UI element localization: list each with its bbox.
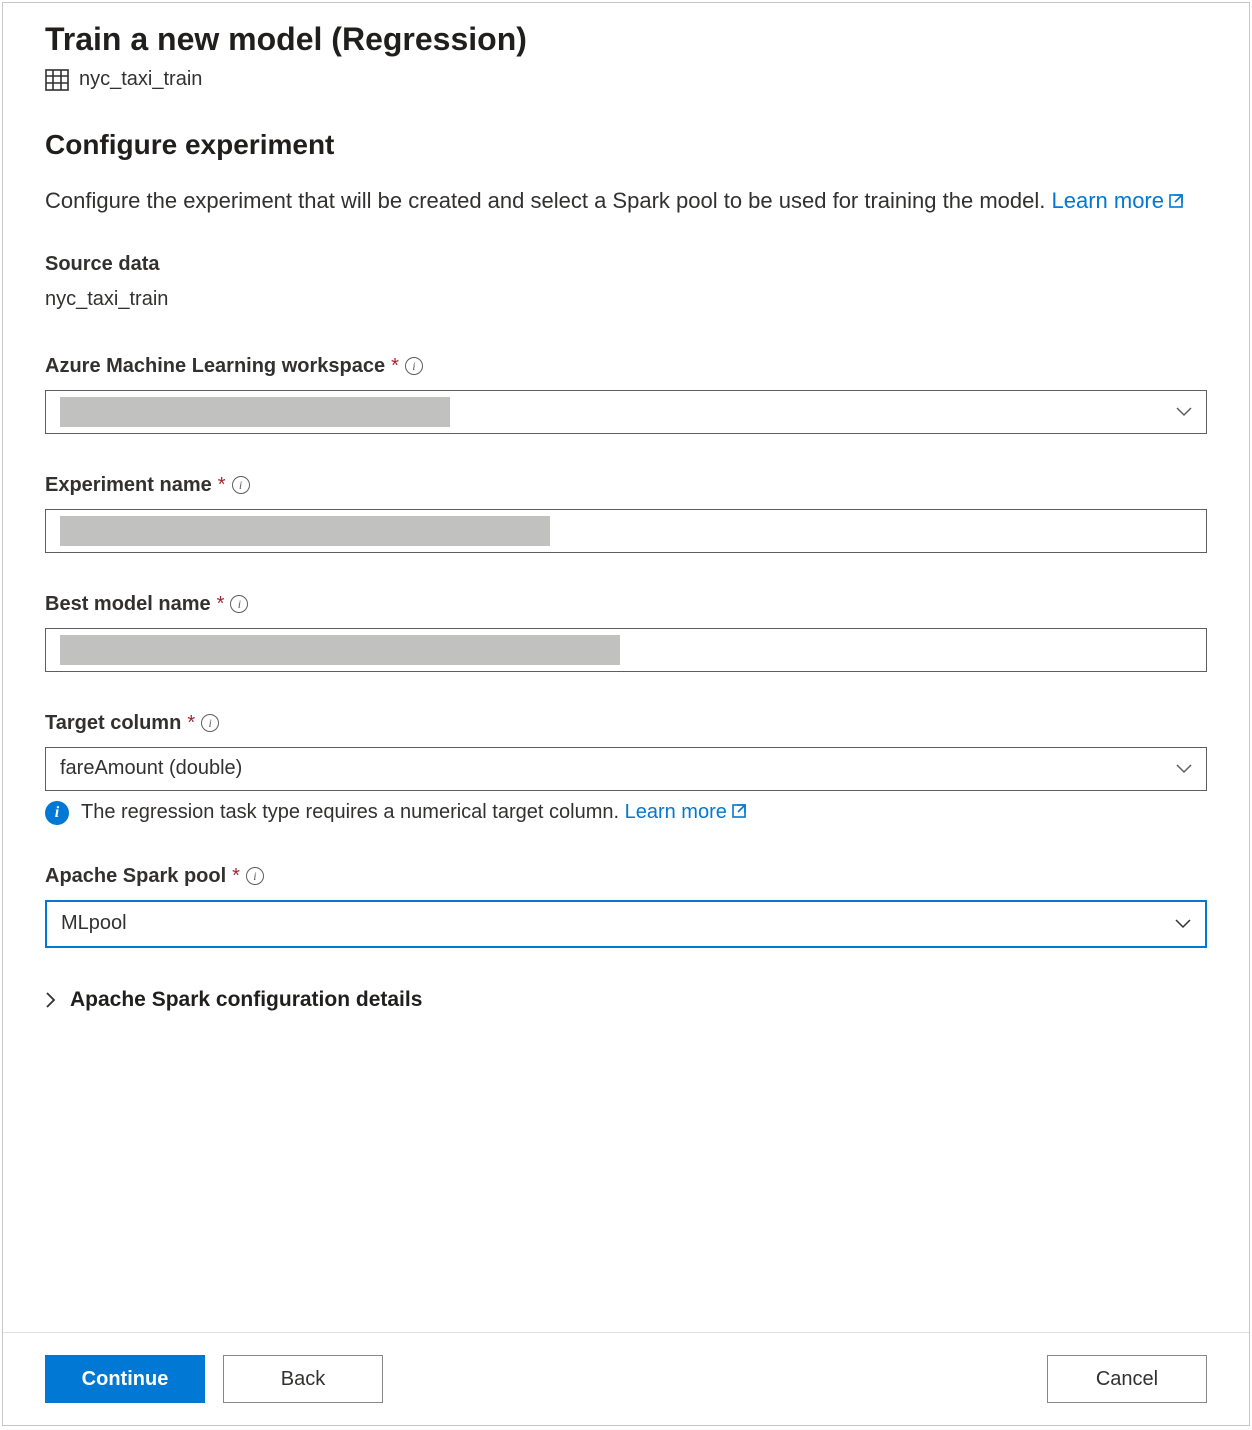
external-link-icon	[731, 803, 747, 819]
dataset-row: nyc_taxi_train	[45, 68, 1207, 91]
table-icon	[45, 69, 69, 91]
info-icon[interactable]: i	[230, 595, 248, 613]
chevron-right-icon	[45, 991, 56, 1009]
spark-pool-label: Apache Spark pool * i	[45, 865, 1207, 888]
required-marker: *	[232, 865, 240, 888]
required-marker: *	[391, 355, 399, 378]
source-data-label: Source data	[45, 253, 1207, 276]
dialog-content: Train a new model (Regression) nyc_taxi_…	[3, 3, 1249, 1332]
best-model-input[interactable]	[45, 628, 1207, 672]
learn-more-link[interactable]: Learn more	[1051, 188, 1184, 213]
chevron-down-icon	[1175, 919, 1191, 929]
page-title: Train a new model (Regression)	[45, 21, 1207, 58]
hint-learn-more-link[interactable]: Learn more	[625, 801, 747, 823]
required-marker: *	[187, 712, 195, 735]
dialog-panel: Train a new model (Regression) nyc_taxi_…	[2, 2, 1250, 1426]
redacted-value	[60, 516, 550, 546]
dialog-footer: Continue Back Cancel	[3, 1332, 1249, 1425]
chevron-down-icon	[1176, 407, 1192, 417]
back-button[interactable]: Back	[223, 1355, 383, 1403]
spark-config-expander[interactable]: Apache Spark configuration details	[45, 988, 1207, 1012]
info-icon[interactable]: i	[201, 714, 219, 732]
target-column-label: Target column * i	[45, 712, 1207, 735]
best-model-label: Best model name * i	[45, 593, 1207, 616]
workspace-label: Azure Machine Learning workspace * i	[45, 355, 1207, 378]
workspace-field: Azure Machine Learning workspace * i	[45, 355, 1207, 434]
external-link-icon	[1168, 193, 1184, 209]
info-icon[interactable]: i	[246, 867, 264, 885]
redacted-value	[60, 397, 450, 427]
info-icon[interactable]: i	[232, 476, 250, 494]
experiment-name-field: Experiment name * i	[45, 474, 1207, 553]
redacted-value	[60, 635, 620, 665]
required-marker: *	[218, 474, 226, 497]
section-heading: Configure experiment	[45, 129, 1207, 161]
info-icon[interactable]: i	[405, 357, 423, 375]
workspace-dropdown[interactable]	[45, 390, 1207, 434]
spark-pool-dropdown[interactable]: MLpool	[45, 900, 1207, 948]
target-column-dropdown[interactable]: fareAmount (double)	[45, 747, 1207, 791]
spark-pool-field: Apache Spark pool * i MLpool	[45, 865, 1207, 948]
cancel-button[interactable]: Cancel	[1047, 1355, 1207, 1403]
source-data-value: nyc_taxi_train	[45, 288, 1207, 311]
target-column-hint: i The regression task type requires a nu…	[45, 801, 1207, 825]
experiment-name-label: Experiment name * i	[45, 474, 1207, 497]
continue-button[interactable]: Continue	[45, 1355, 205, 1403]
target-column-field: Target column * i fareAmount (double) i …	[45, 712, 1207, 825]
dataset-name: nyc_taxi_train	[79, 68, 202, 91]
required-marker: *	[217, 593, 225, 616]
chevron-down-icon	[1176, 764, 1192, 774]
info-badge-icon: i	[45, 801, 69, 825]
section-description: Configure the experiment that will be cr…	[45, 185, 1207, 217]
best-model-field: Best model name * i	[45, 593, 1207, 672]
experiment-name-input[interactable]	[45, 509, 1207, 553]
